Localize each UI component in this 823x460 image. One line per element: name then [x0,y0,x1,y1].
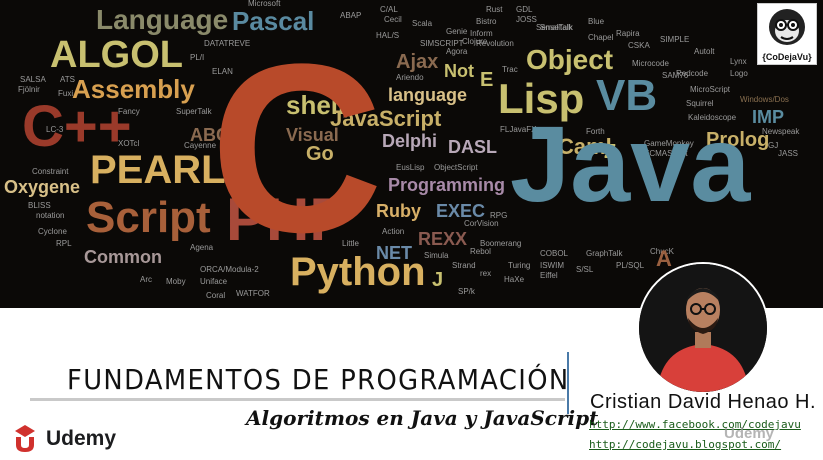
word-cloud-term: GraphTalk [586,249,623,258]
word-cloud-term: ISWIM [540,261,564,270]
word-cloud-term: SenseTalk [536,23,573,32]
word-cloud-term: JASS [778,149,799,158]
word-cloud-term: Arc [140,275,152,284]
word-cloud-term: Boomerang [480,239,522,248]
word-cloud-term: Not [444,61,474,81]
word-cloud-term: PL/SQL [616,261,645,270]
instructor-name: Cristian David Henao H. [590,391,817,413]
word-cloud-term: language [388,85,468,105]
udemy-label: Udemy [46,427,117,450]
instructor-photo-icon [639,264,767,392]
word-cloud-term: S/SL [576,265,594,274]
word-cloud-term: SuperTalk [176,107,212,116]
vertical-divider [567,352,569,414]
course-title: FUNDAMENTOS DE PROGRAMACIÓN [67,363,570,396]
word-cloud-term: rex [480,269,492,278]
word-cloud-term: ObjectScript [434,163,478,172]
word-cloud-term: RPL [56,239,72,248]
word-cloud-term: Strand [452,261,476,270]
word-cloud-term: Redcode [676,69,709,78]
udemy-logo: Udemy [8,425,116,453]
word-cloud-term: Clojure [462,37,488,46]
word-cloud-term: J [432,269,444,291]
word-cloud-term: EusLisp [396,163,425,172]
word-cloud-term: CorVision [464,219,499,228]
word-cloud-term: Lynx [730,57,747,66]
word-cloud-term: notation [36,211,65,220]
word-cloud-term: Scala [412,19,433,28]
word-cloud-term: HaXe [504,275,525,284]
word-cloud-term: BLISS [28,201,51,210]
word-cloud-term: Programming [388,175,506,195]
word-cloud-term: Delphi [382,131,438,151]
word-cloud-term: SIMPLE [660,35,690,44]
word-cloud-term: WATFOR [236,289,270,298]
word-cloud-term: C/AL [380,5,398,14]
word-cloud-term: Ajax [396,51,439,73]
word-cloud-term: Logo [730,69,748,78]
word-cloud-term: Script [86,193,211,242]
udemy-u-icon [15,425,35,452]
word-cloud-term: Fjölnir [18,85,40,94]
word-cloud-term: Bistro [476,17,497,26]
word-cloud-term: JOSS [516,15,537,24]
word-cloud-term: Microcode [632,59,669,68]
word-cloud-term: Cecil [384,15,402,24]
word-cloud-term: SP/k [458,287,475,296]
word-cloud-term: DASL [448,137,497,157]
udemy-watermark: Udemy [724,425,775,442]
word-cloud-term: Pascal [232,6,315,36]
title-underline [30,398,565,401]
word-cloud-term: GDL [516,5,533,14]
word-cloud-term: Genie [446,27,468,36]
word-cloud-term: EXEC [436,201,486,221]
codejavu-logo: {CoDejaVu} [757,3,817,65]
word-cloud-term: COBOL [540,249,569,258]
word-cloud-term: ALGOL [50,34,183,76]
word-cloud-term: C++ [22,94,132,159]
instructor-avatar [637,262,769,394]
word-cloud-term: Autolt [694,47,715,56]
word-cloud-term: PL/I [190,53,205,62]
word-cloud-term: Chapel [588,33,614,42]
word-cloud-term: C [210,14,384,282]
word-cloud-term: Object [526,44,614,75]
logo-label: {CoDejaVu} [762,52,812,62]
word-cloud-term: Ariendo [396,73,424,82]
word-cloud-term: Rebol [470,247,491,256]
word-cloud-term: Language [96,4,229,35]
word-cloud-term: REXX [418,229,468,249]
word-cloud-term: IMP [752,107,785,127]
word-cloud-term: Trac [502,65,518,74]
word-cloud-term: Moby [166,277,186,286]
word-cloud-term: SALSA [20,75,46,84]
word-cloud-term: Assembly [72,74,195,104]
course-subtitle: Algoritmos en Java y JavaScript [246,406,599,430]
word-cloud-term: Simula [424,251,449,260]
word-cloud-term: Java [510,103,751,224]
word-cloud-term: Common [84,247,162,267]
word-cloud-term: Blue [588,17,605,26]
word-cloud-term: E [480,69,494,91]
word-cloud-term: Rapira [616,29,640,38]
word-cloud-term: Oxygene [4,177,81,197]
word-cloud-term: Constraint [32,167,69,176]
word-cloud-term: Rust [486,5,503,14]
word-cloud-term: Cyclone [38,227,67,236]
word-cloud-term: Turing [508,261,531,270]
word-cloud-term: Agora [446,47,468,56]
word-cloud-term: Eiffel [540,271,558,280]
word-cloud-term: GJ [768,141,779,150]
monkey-face-icon [769,9,805,45]
word-cloud-term: CSKA [628,41,650,50]
word-cloud-term: Action [382,227,405,236]
word-cloud-term: MicroScript [690,85,731,94]
word-cloud-term: A [656,246,672,271]
word-cloud-term: Coral [206,291,226,300]
